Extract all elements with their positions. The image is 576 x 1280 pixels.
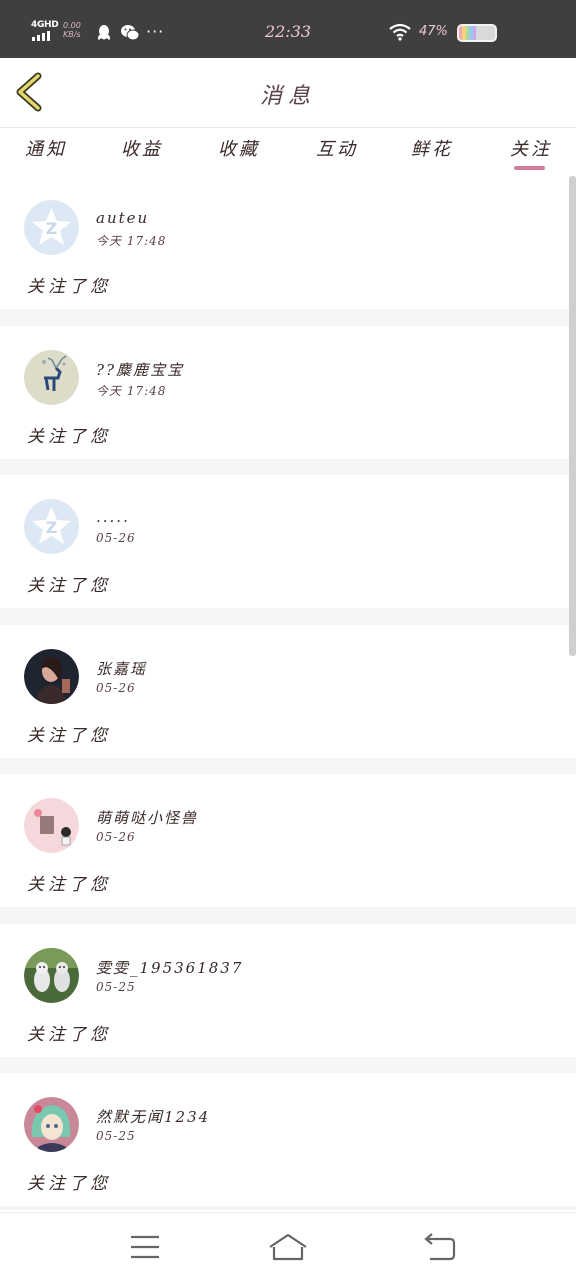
notification-text: 关注了您 bbox=[27, 1174, 111, 1194]
return-icon bbox=[424, 1233, 456, 1261]
user-name: 然默无闻1234 bbox=[96, 1108, 211, 1126]
notification-text: 关注了您 bbox=[27, 875, 111, 895]
list-item[interactable]: 张嘉瑶 05-26 关注了您 bbox=[0, 625, 576, 758]
status-bar: 4GHD 0.00 KB/s ··· 22:33 47% bbox=[0, 0, 576, 58]
notification-text: 关注了您 bbox=[27, 277, 111, 297]
avatar[interactable] bbox=[24, 649, 79, 704]
back-nav-button[interactable] bbox=[420, 1231, 460, 1263]
default-qq-avatar-icon: Z bbox=[24, 499, 79, 554]
timestamp: 05-26 bbox=[96, 681, 136, 695]
home-button[interactable] bbox=[268, 1231, 308, 1263]
page-title: 消息 bbox=[259, 84, 316, 109]
user-name: 萌萌哒小怪兽 bbox=[96, 809, 199, 827]
timestamp: 05-26 bbox=[96, 531, 136, 545]
notification-text: 关注了您 bbox=[27, 576, 111, 596]
tab-notice[interactable]: 通知 bbox=[25, 135, 67, 161]
timestamp: 05-25 bbox=[96, 980, 136, 994]
timestamp: 今天 17:48 bbox=[96, 234, 167, 248]
timestamp: 05-26 bbox=[96, 830, 136, 844]
cartoon-avatar-icon bbox=[24, 798, 79, 853]
default-qq-avatar-icon: Z bbox=[24, 200, 79, 255]
timestamp: 今天 17:48 bbox=[96, 384, 167, 398]
user-name: 雯雯_195361837 bbox=[96, 959, 244, 977]
user-name: ??麋鹿宝宝 bbox=[96, 361, 185, 379]
tab-bar: 通知 收益 收藏 互动 鲜花 关注 bbox=[0, 129, 576, 175]
notification-text: 关注了您 bbox=[27, 1025, 111, 1045]
tab-favorites[interactable]: 收藏 bbox=[218, 135, 260, 161]
list-item[interactable]: ??麋鹿宝宝 今天 17:48 关注了您 bbox=[0, 326, 576, 459]
menu-button[interactable] bbox=[125, 1231, 165, 1263]
avatar[interactable] bbox=[24, 1097, 79, 1152]
avatar[interactable] bbox=[24, 798, 79, 853]
notification-list[interactable]: Z auteu 今天 17:48 关注了您 ??麋鹿宝宝 今天 17:48 关注… bbox=[0, 176, 576, 1210]
avatar[interactable]: Z bbox=[24, 200, 79, 255]
notification-text: 关注了您 bbox=[27, 726, 111, 746]
list-item[interactable]: 然默无闻1234 05-25 关注了您 bbox=[0, 1073, 576, 1206]
tab-flowers[interactable]: 鲜花 bbox=[411, 135, 453, 161]
active-tab-indicator bbox=[514, 166, 545, 170]
tab-interaction[interactable]: 互动 bbox=[316, 135, 358, 161]
girl-avatar-icon bbox=[24, 649, 79, 704]
scrollbar[interactable] bbox=[569, 176, 576, 656]
deer-avatar-icon bbox=[24, 350, 79, 405]
svg-text:Z: Z bbox=[46, 219, 58, 238]
menu-icon bbox=[131, 1235, 159, 1259]
user-name: auteu bbox=[96, 209, 150, 227]
user-name: ..... bbox=[96, 508, 130, 526]
header: 消息 bbox=[0, 58, 576, 128]
avatar[interactable] bbox=[24, 948, 79, 1003]
system-nav-bar bbox=[0, 1212, 576, 1280]
list-item[interactable]: Z ..... 05-26 关注了您 bbox=[0, 475, 576, 608]
anime-avatar-icon bbox=[24, 1097, 79, 1152]
avatar[interactable] bbox=[24, 350, 79, 405]
avatar[interactable]: Z bbox=[24, 499, 79, 554]
notification-text: 关注了您 bbox=[27, 427, 111, 447]
list-item[interactable]: 萌萌哒小怪兽 05-26 关注了您 bbox=[0, 774, 576, 907]
tab-following[interactable]: 关注 bbox=[510, 135, 552, 161]
timestamp: 05-25 bbox=[96, 1129, 136, 1143]
battery-percent: 47% bbox=[419, 24, 448, 39]
battery-icon bbox=[457, 24, 497, 42]
list-item[interactable]: 雯雯_195361837 05-25 关注了您 bbox=[0, 924, 576, 1057]
cats-avatar-icon bbox=[24, 948, 79, 1003]
home-icon bbox=[269, 1233, 307, 1261]
wifi-icon bbox=[389, 23, 411, 41]
user-name: 张嘉瑶 bbox=[96, 660, 148, 678]
list-item[interactable]: Z auteu 今天 17:48 关注了您 bbox=[0, 176, 576, 309]
svg-text:Z: Z bbox=[46, 518, 58, 537]
tab-earnings[interactable]: 收益 bbox=[121, 135, 163, 161]
